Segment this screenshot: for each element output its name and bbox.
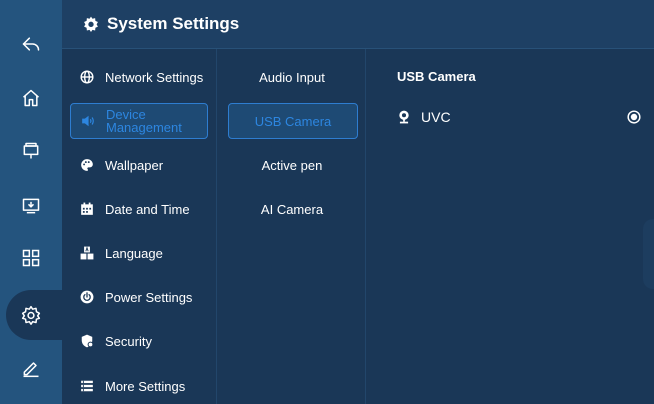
power-icon: [80, 290, 94, 304]
category-device-management[interactable]: Device Management: [70, 103, 208, 139]
dock-screen-button[interactable]: [0, 186, 62, 226]
calendar-icon: [81, 202, 93, 215]
category-label: Power Settings: [105, 289, 193, 305]
category-label: Wallpaper: [105, 157, 164, 173]
radio-selected-icon[interactable]: [627, 110, 641, 124]
gear-icon: [84, 16, 98, 32]
shield-icon: [81, 334, 94, 348]
settings-header: System Settings: [62, 0, 654, 49]
category-label: Device Management: [106, 107, 182, 135]
monitor-download-icon: [22, 198, 40, 214]
subitem-usb-camera[interactable]: USB Camera: [228, 103, 358, 139]
category-label: Network Settings: [105, 69, 204, 85]
gear-icon: [21, 305, 41, 325]
category-label: Date and Time: [105, 201, 190, 217]
category-security[interactable]: Security: [70, 324, 206, 358]
category-list: Network Settings Device Management Wallp…: [62, 49, 216, 404]
list-icon: [81, 380, 93, 392]
scroll-handle[interactable]: [643, 219, 654, 289]
category-language[interactable]: Language: [70, 236, 206, 270]
language-abc-icon: [80, 246, 94, 260]
globe-icon: [80, 70, 94, 84]
detail-title: USB Camera: [397, 69, 476, 84]
subitem-ai-camera[interactable]: AI Camera: [228, 192, 356, 226]
category-label: Security: [105, 333, 152, 349]
palette-icon: [81, 159, 93, 171]
back-arrow-icon: [22, 37, 40, 51]
side-dock: [0, 0, 63, 404]
dock-annotate-button[interactable]: [0, 348, 62, 388]
category-network-settings[interactable]: Network Settings: [70, 60, 206, 94]
dock-back-button[interactable]: [0, 24, 62, 64]
speaker-icon: [82, 115, 94, 127]
category-label: Language: [105, 245, 163, 261]
dock-settings-button[interactable]: [6, 290, 62, 340]
home-icon: [23, 89, 39, 107]
dock-whiteboard-button[interactable]: [0, 131, 62, 171]
camera-option-label: UVC: [421, 109, 451, 125]
page-title: System Settings: [107, 14, 240, 33]
category-power-settings[interactable]: Power Settings: [70, 280, 206, 314]
dock-apps-button[interactable]: [0, 238, 62, 278]
easel-icon: [23, 142, 39, 159]
subitem-active-pen[interactable]: Active pen: [228, 148, 356, 182]
category-label: More Settings: [105, 378, 186, 394]
grid-icon: [22, 249, 40, 267]
camera-option-uvc[interactable]: UVC: [397, 106, 641, 128]
subitem-list: Audio Input USB Camera Active pen AI Cam…: [216, 49, 365, 404]
dock-home-button[interactable]: [0, 78, 62, 118]
detail-panel: USB Camera UVC: [365, 49, 654, 404]
pen-icon: [23, 362, 39, 378]
category-date-and-time[interactable]: Date and Time: [70, 192, 206, 226]
category-more-settings[interactable]: More Settings: [70, 369, 206, 403]
webcam-icon: [399, 110, 409, 124]
subitem-audio-input[interactable]: Audio Input: [228, 60, 356, 94]
category-wallpaper[interactable]: Wallpaper: [70, 148, 206, 182]
